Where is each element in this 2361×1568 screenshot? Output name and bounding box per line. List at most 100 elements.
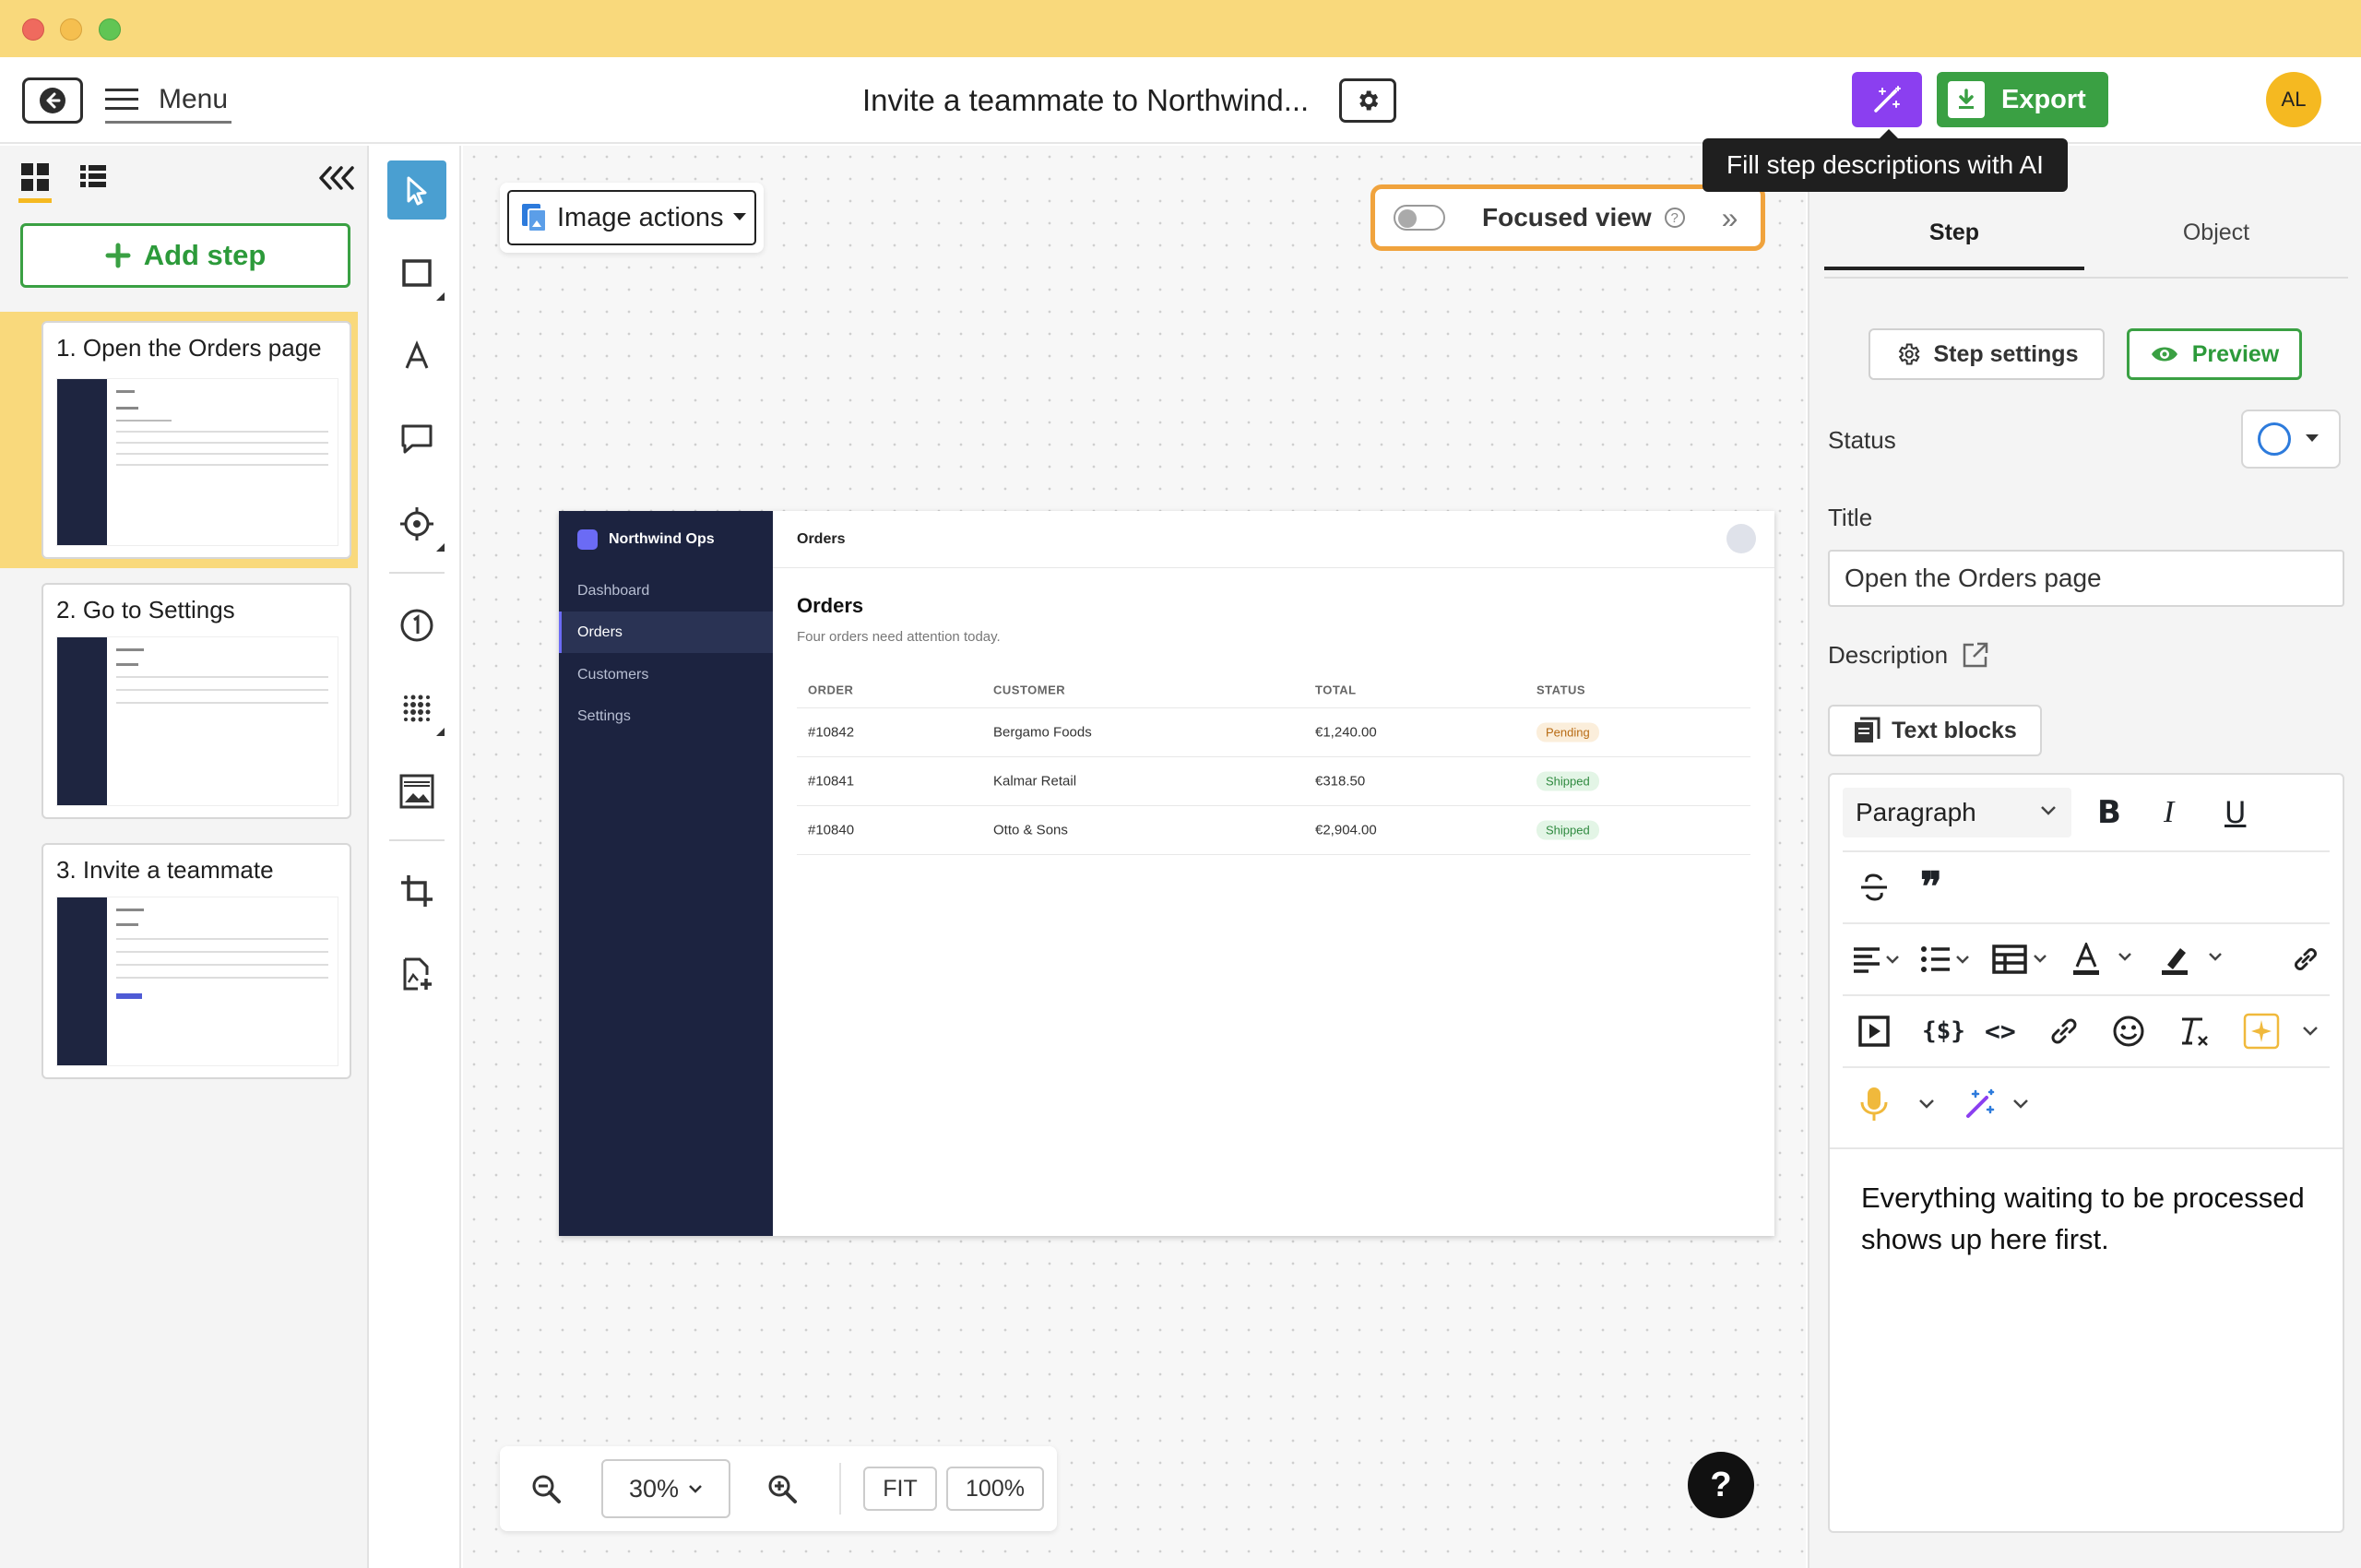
help-circle-icon[interactable]: ? (1664, 208, 1685, 228)
zoom-out-button[interactable] (518, 1459, 574, 1518)
document-title[interactable]: Invite a teammate to Northwind... (862, 83, 1309, 118)
chevron-down-icon[interactable] (2011, 1094, 2031, 1114)
focused-view-toggle[interactable] (1394, 205, 1445, 231)
hotspot-tool[interactable] (387, 494, 446, 553)
chevron-down-icon[interactable] (2300, 1021, 2320, 1041)
user-avatar[interactable]: AL (2266, 72, 2321, 127)
comment-tool[interactable] (387, 410, 446, 469)
chevrons-right-icon[interactable]: » (1722, 201, 1738, 235)
preview-button[interactable]: Preview (2127, 328, 2302, 380)
table-row: #10840 Otto & Sons €2,904.00 Shipped (797, 806, 1750, 855)
rectangle-tool[interactable] (387, 244, 446, 303)
hyperlink-icon[interactable] (2047, 1015, 2081, 1048)
tab-object[interactable]: Object (2086, 220, 2346, 267)
code-icon[interactable]: <> (1985, 1016, 2016, 1047)
step-card-title: 2. Go to Settings (56, 596, 235, 624)
minimize-window-button[interactable] (60, 18, 82, 41)
order-total: €318.50 (1315, 773, 1366, 790)
add-step-label: Add step (143, 239, 267, 271)
align-icon[interactable] (1852, 945, 1902, 973)
italic-icon[interactable]: I (2164, 795, 2174, 830)
select-tool[interactable] (387, 160, 446, 220)
maximize-window-button[interactable] (99, 18, 121, 41)
text-tool[interactable] (387, 327, 446, 386)
hamburger-icon (105, 88, 138, 110)
step-card-3[interactable]: 3. Invite a teammate (42, 843, 351, 1079)
screenshot-avatar (1726, 524, 1756, 553)
zoom-level-select[interactable]: 30% (601, 1459, 730, 1518)
window-titlebar (0, 0, 2361, 57)
text-color-icon[interactable] (2071, 943, 2138, 976)
back-button[interactable] (22, 77, 83, 124)
add-image-tool[interactable] (387, 944, 446, 1004)
tab-step[interactable]: Step (1824, 220, 2084, 270)
video-icon[interactable] (1857, 1015, 1891, 1048)
bullet-list-icon[interactable] (1920, 945, 1974, 973)
caret-down-icon (2306, 434, 2319, 442)
status-select[interactable] (2241, 410, 2341, 469)
table-icon[interactable] (1992, 944, 2053, 974)
image-actions-dropdown[interactable]: Image actions (507, 190, 756, 245)
microphone-icon[interactable] (1857, 1086, 1891, 1123)
customer-name: Kalmar Retail (993, 773, 1077, 790)
list-view-button[interactable] (79, 162, 107, 203)
magic-wand-icon[interactable] (1963, 1087, 1998, 1122)
variable-icon[interactable]: {$} (1922, 1017, 1965, 1045)
tabs-divider (1824, 277, 2348, 279)
editor-toolbar-row-4: {$} <> (1843, 996, 2330, 1068)
status-badge: Shipped (1536, 771, 1599, 791)
ai-sparkle-icon[interactable] (2243, 1013, 2280, 1050)
step-card-2[interactable]: 2. Go to Settings (42, 583, 351, 819)
close-window-button[interactable] (22, 18, 44, 41)
annotation-toolbar (371, 146, 461, 1568)
help-button[interactable]: ? (1688, 1452, 1754, 1518)
external-link-icon[interactable] (1961, 640, 1990, 670)
step-card-1[interactable]: 1. Open the Orders page (42, 321, 351, 559)
document-settings-button[interactable] (1339, 78, 1396, 123)
list-icon (80, 165, 106, 187)
highlight-icon[interactable] (2160, 943, 2228, 976)
clear-format-icon[interactable] (2177, 1015, 2210, 1048)
fit-button[interactable]: FIT (863, 1467, 937, 1511)
step-settings-button[interactable]: Step settings (1869, 328, 2105, 380)
order-total: €2,904.00 (1315, 822, 1377, 838)
editor-canvas[interactable]: Image actions Focused view ? » Northwind… (463, 146, 1806, 1568)
status-badge: Shipped (1536, 820, 1599, 840)
brand-logo-icon (577, 529, 598, 550)
chevron-down-icon (689, 1485, 702, 1493)
status-badge: Pending (1536, 722, 1599, 742)
actual-size-button[interactable]: 100% (946, 1467, 1044, 1511)
table-row: #10842 Bergamo Foods €1,240.00 Pending (797, 708, 1750, 757)
editor-divider (1830, 1147, 2343, 1149)
grid-view-button[interactable] (18, 162, 52, 203)
app-header: Menu Invite a teammate to Northwind... E… (0, 57, 2361, 144)
link-icon[interactable] (2291, 944, 2320, 974)
zoom-in-button[interactable] (754, 1459, 810, 1518)
paragraph-style-select[interactable]: Paragraph (1843, 788, 2071, 837)
chevron-down-icon[interactable] (1916, 1094, 1937, 1114)
bold-icon[interactable]: B (2097, 794, 2121, 831)
emoji-icon[interactable] (2112, 1015, 2145, 1048)
step-number-tool[interactable] (387, 596, 446, 655)
step-screenshot[interactable]: Northwind Ops Dashboard Orders Customers… (559, 511, 1774, 1236)
screenshot-nav-orders: Orders (559, 612, 773, 653)
view-toggle (18, 162, 107, 203)
quote-icon[interactable]: ❞ (1920, 864, 1942, 911)
screenshot-brand-name: Northwind Ops (609, 531, 715, 547)
add-step-button[interactable]: Add step (20, 223, 350, 288)
menu-button[interactable]: Menu (105, 77, 232, 124)
collapse-sidebar-button[interactable] (317, 164, 356, 196)
description-editor: Paragraph B I U ❞ {$} <> Everything wait… (1828, 773, 2344, 1533)
ai-fill-button[interactable] (1852, 72, 1922, 127)
text-blocks-button[interactable]: Text blocks (1828, 705, 2042, 756)
export-button[interactable]: Export (1937, 72, 2108, 127)
strikethrough-icon[interactable] (1857, 871, 1891, 904)
blur-tool[interactable] (387, 679, 446, 738)
description-text[interactable]: Everything waiting to be processed shows… (1861, 1177, 2322, 1260)
chevron-down-icon (2041, 806, 2056, 815)
grid-icon (21, 163, 49, 191)
crop-tool[interactable] (387, 861, 446, 921)
underline-icon[interactable]: U (2225, 795, 2246, 830)
image-tool[interactable] (387, 762, 446, 821)
title-input[interactable]: Open the Orders page (1828, 550, 2344, 607)
